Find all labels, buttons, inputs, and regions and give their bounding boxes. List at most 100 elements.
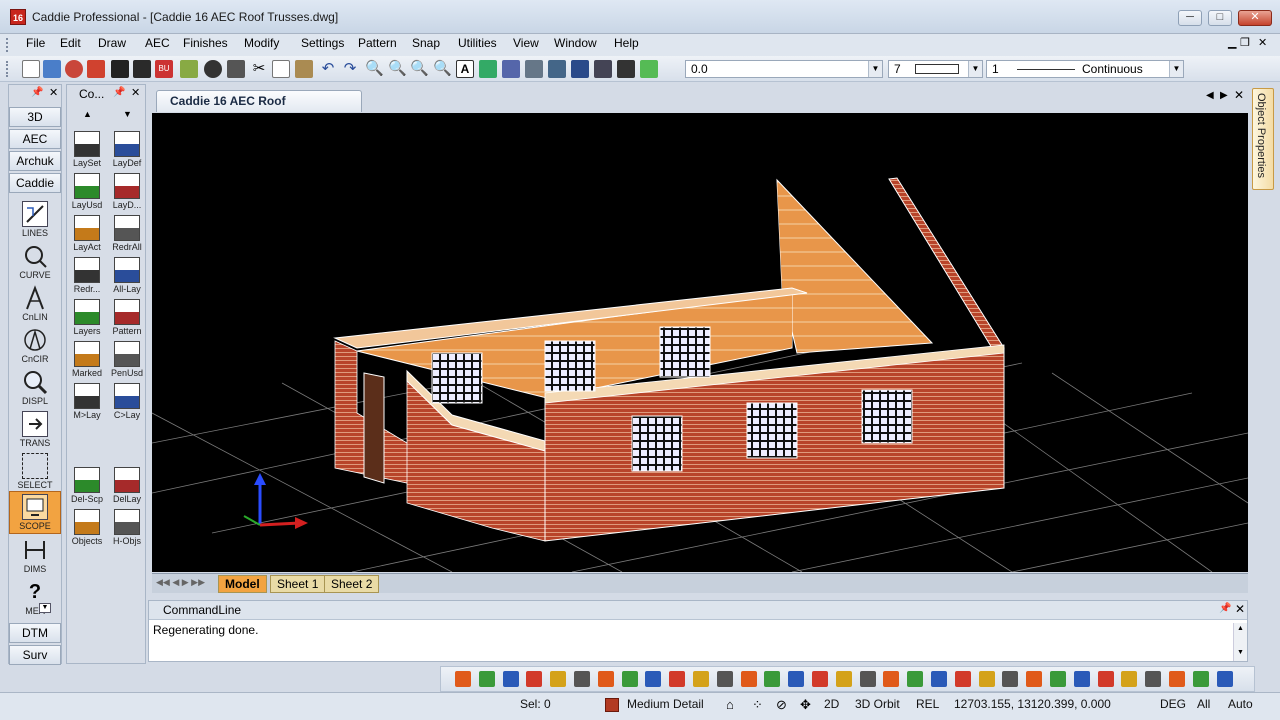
category-dtm[interactable]: DTM	[9, 623, 61, 643]
layer-command[interactable]: H-Objs	[107, 509, 147, 546]
library-icon[interactable]	[594, 60, 612, 78]
zoom-all-icon[interactable]: 🔍	[433, 60, 452, 78]
chevron-down-icon[interactable]: ▼	[968, 61, 982, 77]
tool-icon[interactable]	[693, 671, 709, 687]
category-surv[interactable]: Surv	[9, 645, 61, 665]
eraser-icon[interactable]	[87, 60, 105, 78]
tool-icon[interactable]	[812, 671, 828, 687]
mdi-close-icon[interactable]: ✕	[1258, 36, 1267, 49]
tab-model[interactable]: Model	[218, 575, 267, 593]
print-icon[interactable]	[227, 60, 245, 78]
scroll-down-icon[interactable]: ▼	[123, 109, 132, 119]
layer-command[interactable]: Redr...	[67, 257, 107, 294]
chevron-down-icon[interactable]: ▼	[1169, 61, 1183, 77]
symbol-icon[interactable]	[617, 60, 635, 78]
tool-icon[interactable]	[1145, 671, 1162, 687]
tool-icon[interactable]	[1192, 671, 1209, 687]
category-3d[interactable]: 3D	[9, 107, 61, 127]
menu-modify[interactable]: Modify	[242, 36, 281, 50]
angle-units[interactable]: DEG	[1160, 697, 1186, 711]
tool-curve[interactable]: CURVE	[10, 243, 60, 280]
tool-icon[interactable]	[1097, 671, 1114, 687]
chevron-down-icon[interactable]: ▼	[39, 603, 51, 613]
layer-command[interactable]: LayDef	[107, 131, 147, 168]
layer-command[interactable]: RedrAll	[107, 215, 147, 252]
tool-icon[interactable]	[455, 671, 471, 687]
close-icon[interactable]: ✕	[49, 86, 58, 99]
tool-scope[interactable]: SCOPE	[9, 491, 61, 534]
layer-command[interactable]: All-Lay	[107, 257, 147, 294]
pin-icon[interactable]: 📌	[31, 87, 43, 98]
tool-icon[interactable]	[907, 671, 924, 687]
network-icon[interactable]	[65, 60, 83, 78]
tool-cncir[interactable]: CnCIR	[10, 327, 60, 364]
tab-sheet-1[interactable]: Sheet 1	[270, 575, 326, 593]
tool-icon[interactable]	[835, 671, 852, 687]
layer-command[interactable]: LaySet	[67, 131, 107, 168]
chevron-down-icon[interactable]: ▼	[868, 61, 882, 77]
mode-2d[interactable]: 2D	[824, 697, 839, 711]
layout-icon[interactable]	[571, 60, 589, 78]
export-icon[interactable]	[180, 60, 198, 78]
tool-icon[interactable]	[954, 671, 971, 687]
zoom-out-icon[interactable]: 🔍	[388, 60, 407, 78]
layer-command[interactable]: Layers	[67, 299, 107, 336]
tool-icon[interactable]	[621, 671, 638, 687]
menu-finishes[interactable]: Finishes	[181, 36, 230, 50]
tab-sheet-2[interactable]: Sheet 2	[324, 575, 380, 593]
tool-icon[interactable]	[597, 671, 614, 687]
save-icon[interactable]	[111, 60, 129, 78]
menu-help[interactable]: Help	[612, 36, 641, 50]
paste-icon[interactable]	[295, 60, 313, 78]
tool-icon[interactable]	[526, 671, 543, 687]
drawing-viewport[interactable]	[152, 113, 1248, 572]
menu-draw[interactable]: Draw	[96, 36, 128, 50]
new-file-icon[interactable]	[22, 60, 40, 78]
tab-next-icon[interactable]: ▶	[1220, 90, 1228, 101]
menu-snap[interactable]: Snap	[410, 36, 442, 50]
tool-icon[interactable]	[716, 671, 733, 687]
elevation-input[interactable]: 0.0 ▼	[685, 60, 883, 78]
mode-3d-orbit[interactable]: 3D Orbit	[855, 697, 900, 711]
tool-icon[interactable]	[669, 671, 686, 687]
tool-lines[interactable]: LINES	[10, 201, 60, 238]
tool-icon[interactable]	[1002, 671, 1019, 687]
layer-command[interactable]: DelLay	[107, 467, 147, 504]
commandline-scrollbar[interactable]: ▲ ▼	[1233, 623, 1247, 661]
tool-icon[interactable]	[1026, 671, 1043, 687]
tool-icon[interactable]	[645, 671, 662, 687]
preview-icon[interactable]	[204, 60, 222, 78]
scroll-up-icon[interactable]: ▲	[83, 109, 92, 119]
menu-pattern[interactable]: Pattern	[356, 36, 399, 50]
layer-command[interactable]: Objects	[67, 509, 107, 546]
cut-icon[interactable]: ✂	[250, 60, 268, 78]
close-button[interactable]: ✕	[1238, 10, 1272, 26]
pin-icon[interactable]: 📌	[1219, 603, 1231, 614]
redo-icon[interactable]: ↷	[341, 60, 359, 78]
layer-command[interactable]: PenUsd	[107, 341, 147, 378]
layer-command[interactable]: Marked	[67, 341, 107, 378]
arrange-icon[interactable]	[525, 60, 543, 78]
linetype-select[interactable]: 1 Continuous ▼	[986, 60, 1184, 78]
tool-icon[interactable]	[502, 671, 519, 687]
menu-file[interactable]: File	[24, 36, 47, 50]
relative-mode[interactable]: REL	[916, 697, 939, 711]
tool-icon[interactable]	[788, 671, 805, 687]
no-entry-icon[interactable]: ⊘	[776, 697, 787, 713]
tool-icon[interactable]	[478, 671, 495, 687]
sheet-icon[interactable]	[548, 60, 566, 78]
close-icon[interactable]: ✕	[1235, 602, 1245, 616]
tool-dims[interactable]: DIMS	[10, 537, 60, 574]
tab-prev-icon[interactable]: ◀	[1206, 90, 1214, 101]
save-as-icon[interactable]	[133, 60, 151, 78]
backup-icon[interactable]: BU	[155, 60, 173, 78]
lock-icon[interactable]: ⌂	[726, 697, 734, 712]
layer-command[interactable]: LayD...	[107, 173, 147, 210]
mdi-minimize-icon[interactable]: ▁	[1228, 36, 1236, 49]
open-icon[interactable]	[43, 60, 61, 78]
snap-icon[interactable]	[502, 60, 520, 78]
layer-scope[interactable]: All	[1197, 697, 1210, 711]
document-close-icon[interactable]: ✕	[1234, 88, 1244, 102]
menu-settings[interactable]: Settings	[299, 36, 346, 50]
tool-icon[interactable]	[1216, 671, 1233, 687]
